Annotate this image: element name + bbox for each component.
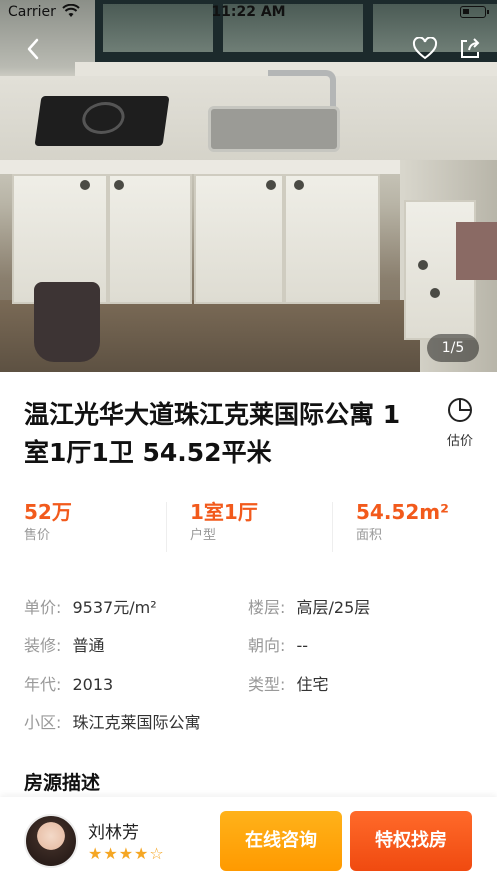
detail-decoration: 装修: 普通	[24, 636, 105, 655]
back-icon	[27, 38, 39, 60]
detail-unit-price: 单价: 9537元/m²	[24, 598, 157, 617]
favorite-button[interactable]	[410, 34, 440, 64]
detail-community[interactable]: 小区: 珠江克莱国际公寓	[24, 711, 201, 735]
description-heading: 房源描述	[24, 772, 101, 794]
listing-title: 温江光华大道珠江克莱国际公寓 1室1厅1卫 54.52平米	[24, 400, 401, 467]
clock: 11:22 AM	[211, 4, 286, 20]
back-button[interactable]	[18, 34, 48, 64]
detail-year: 年代: 2013	[24, 675, 114, 694]
estimate-label: 估价	[446, 434, 473, 449]
details-grid: 单价: 9537元/m² 楼层: 高层/25层 装修: 普通 朝向: -- 年代…	[24, 596, 484, 746]
online-consult-button[interactable]: 在线咨询	[220, 811, 342, 871]
bottom-bar: 刘林芳 ★★★★☆ 在线咨询 特权找房	[0, 797, 497, 883]
agent-name: 刘林芳	[88, 823, 139, 843]
privilege-find-button[interactable]: 特权找房	[350, 811, 472, 871]
share-button[interactable]	[455, 34, 485, 64]
battery-icon	[460, 6, 486, 18]
stat-price: 52万 售价	[24, 498, 174, 546]
detail-floor: 楼层: 高层/25层	[248, 598, 371, 617]
pie-chart-icon	[448, 398, 472, 422]
stat-label: 户型	[190, 528, 217, 543]
divider	[332, 502, 333, 552]
divider	[166, 502, 167, 552]
estimate-button[interactable]: 估价	[440, 396, 480, 449]
stat-label: 面积	[356, 528, 383, 543]
share-icon	[461, 38, 480, 58]
stat-area: 54.52m² 面积	[356, 498, 497, 546]
avatar[interactable]	[24, 814, 78, 868]
agent-rating: ★★★★☆	[88, 844, 165, 863]
stat-value: 54.52m²	[356, 500, 449, 524]
photo-counter: 1/5	[427, 334, 479, 362]
stat-label: 售价	[24, 528, 51, 543]
stat-layout: 1室1厅 户型	[190, 498, 340, 546]
key-stats: 52万 售价 1室1厅 户型 54.52m² 面积	[0, 498, 497, 558]
detail-type: 类型: 住宅	[248, 675, 329, 694]
stat-value: 1室1厅	[190, 500, 258, 524]
heart-icon	[412, 37, 438, 60]
status-bar: Carrier 11:22 AM	[0, 0, 497, 26]
stat-value: 52万	[24, 500, 72, 524]
detail-orientation: 朝向: --	[248, 636, 309, 655]
